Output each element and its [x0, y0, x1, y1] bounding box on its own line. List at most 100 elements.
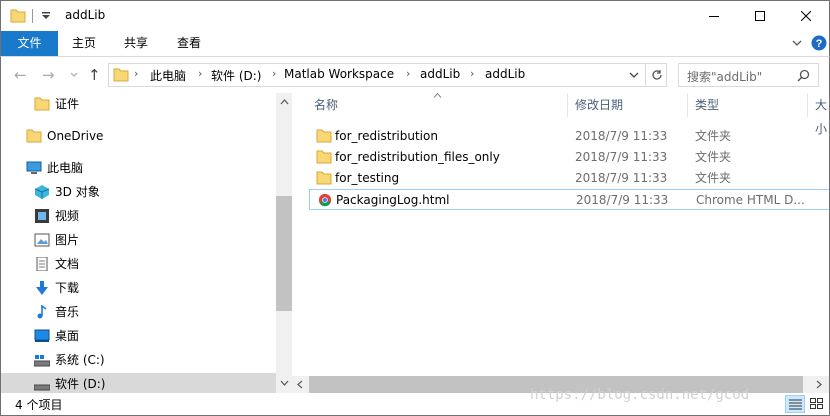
documents-icon — [36, 257, 48, 271]
forward-button[interactable]: → — [42, 66, 55, 84]
file-row[interactable]: for_redistribution_files_only 2018/7/9 1… — [309, 147, 829, 168]
maximize-icon — [755, 11, 765, 21]
scroll-left-arrow-icon[interactable] — [297, 380, 303, 389]
nav-scrollbar-thumb[interactable] — [276, 196, 292, 311]
breadcrumb-addlib-parent[interactable]: addLib — [420, 67, 460, 81]
nav-item-label: 此电脑 — [47, 161, 84, 175]
breadcrumb-matlab-workspace[interactable]: Matlab Workspace — [284, 67, 394, 81]
search-placeholder[interactable]: 搜索"addLib" — [687, 68, 762, 85]
breadcrumb-this-pc[interactable]: 此电脑 — [150, 67, 186, 84]
column-divider[interactable] — [807, 93, 808, 117]
help-icon[interactable]: ? — [811, 35, 827, 51]
nav-item-videos[interactable]: 视频 — [34, 205, 264, 227]
back-button[interactable]: ← — [14, 66, 27, 84]
tab-home[interactable]: 主页 — [58, 31, 110, 56]
nav-item-3d-objects[interactable]: 3D 对象 — [34, 181, 264, 203]
breadcrumb-separator[interactable]: › — [470, 67, 474, 80]
file-modified: 2018/7/9 11:33 — [576, 193, 669, 207]
ribbon-tabs: 文件 主页 共享 查看 ? — [0, 31, 830, 57]
breadcrumb-addlib-current[interactable]: addLib — [485, 67, 525, 81]
tab-file[interactable]: 文件 — [1, 31, 58, 56]
column-divider[interactable] — [687, 93, 688, 117]
scroll-up-arrow-icon[interactable] — [280, 99, 289, 105]
nav-item-pictures[interactable]: 图片 — [34, 229, 264, 251]
pictures-icon — [34, 233, 50, 247]
folder-icon — [316, 150, 332, 164]
title-separator — [32, 9, 33, 23]
navigation-pane: 证件 OneDrive 此电脑 3D 对象 视频 图片 文档 下载 音乐 桌面 … — [0, 93, 292, 393]
window-title: addLib — [65, 8, 106, 22]
ribbon-expand-icon[interactable] — [792, 40, 802, 47]
file-name: for_redistribution — [335, 129, 438, 143]
close-icon — [801, 11, 811, 21]
file-type: Chrome HTML D... — [696, 193, 805, 207]
file-name: for_redistribution_files_only — [335, 150, 500, 164]
drive-icon — [34, 384, 50, 391]
breadcrumb-separator[interactable]: › — [198, 67, 202, 80]
quick-access-dropdown-icon[interactable] — [41, 11, 51, 21]
column-header-size[interactable]: 大小 — [815, 93, 829, 136]
tab-view[interactable]: 查看 — [163, 31, 215, 56]
column-divider[interactable] — [567, 93, 568, 117]
nav-item-label: 桌面 — [55, 329, 80, 343]
search-box[interactable]: 搜索"addLib" — [678, 63, 819, 87]
close-button[interactable] — [783, 1, 829, 31]
music-icon — [37, 305, 47, 319]
file-name: for_testing — [335, 171, 400, 185]
folder-icon — [316, 171, 332, 185]
minimize-icon — [709, 16, 719, 17]
folder-icon — [113, 68, 129, 82]
breadcrumb-separator[interactable]: › — [272, 67, 276, 80]
breadcrumb-drive-d[interactable]: 软件 (D:) — [211, 67, 261, 84]
nav-item-onedrive[interactable]: OneDrive — [26, 125, 266, 147]
nav-scrollbar[interactable] — [276, 93, 292, 393]
nav-item-music[interactable]: 音乐 — [34, 301, 264, 323]
nav-item-zhengjian[interactable]: 证件 — [34, 93, 264, 115]
folder-icon — [316, 129, 332, 143]
nav-item-drive-d[interactable]: 软件 (D:) — [1, 373, 276, 393]
drive-icon — [34, 355, 50, 367]
download-icon — [36, 281, 48, 295]
up-button[interactable]: ↑ — [88, 66, 101, 84]
nav-item-downloads[interactable]: 下载 — [34, 277, 264, 299]
nav-item-label: 系统 (C:) — [55, 353, 105, 367]
large-icons-view-button[interactable] — [807, 395, 827, 413]
refresh-icon — [652, 70, 662, 80]
file-row[interactable]: for_redistribution 2018/7/9 11:33 文件夹 — [309, 126, 829, 147]
nav-item-label: 文档 — [55, 257, 80, 271]
file-type: 文件夹 — [695, 171, 732, 185]
nav-item-label: 软件 (D:) — [55, 377, 106, 391]
scroll-right-arrow-icon[interactable] — [816, 380, 822, 389]
folder-icon — [26, 129, 42, 143]
column-header-name[interactable]: 名称 — [314, 93, 338, 117]
file-type: 文件夹 — [695, 129, 732, 143]
breadcrumb-separator[interactable]: › — [406, 67, 410, 80]
nav-item-label: 音乐 — [55, 305, 80, 319]
nav-item-drive-c[interactable]: 系统 (C:) — [34, 349, 264, 371]
minimize-button[interactable] — [691, 1, 737, 31]
file-modified: 2018/7/9 11:33 — [575, 171, 668, 185]
nav-item-label: 3D 对象 — [55, 185, 100, 199]
file-row[interactable]: for_testing 2018/7/9 11:33 文件夹 — [309, 168, 829, 189]
tab-share[interactable]: 共享 — [110, 31, 162, 56]
maximize-button[interactable] — [737, 1, 783, 31]
nav-item-documents[interactable]: 文档 — [34, 253, 264, 275]
details-view-button[interactable] — [785, 395, 805, 413]
nav-item-desktop[interactable]: 桌面 — [34, 325, 264, 347]
column-header-type[interactable]: 类型 — [695, 93, 719, 117]
svg-text:?: ? — [816, 38, 823, 50]
address-bar[interactable]: › 此电脑 › 软件 (D:) › Matlab Workspace › add… — [108, 63, 667, 87]
breadcrumb-separator[interactable]: › — [134, 67, 138, 80]
scroll-down-arrow-icon[interactable] — [280, 380, 289, 386]
address-dropdown-icon[interactable] — [629, 72, 639, 79]
search-icon[interactable] — [797, 69, 810, 82]
file-modified: 2018/7/9 11:33 — [575, 129, 668, 143]
sort-ascending-icon — [433, 93, 442, 98]
column-header-modified[interactable]: 修改日期 — [575, 93, 623, 117]
nav-item-label: 证件 — [55, 97, 80, 111]
nav-item-this-pc[interactable]: 此电脑 — [26, 157, 266, 179]
recent-locations-chevron-icon[interactable] — [70, 72, 78, 78]
large-icons-view-icon — [810, 398, 823, 409]
refresh-button[interactable] — [645, 64, 667, 86]
file-row[interactable]: PackagingLog.html 2018/7/9 11:33 Chrome … — [309, 189, 829, 210]
